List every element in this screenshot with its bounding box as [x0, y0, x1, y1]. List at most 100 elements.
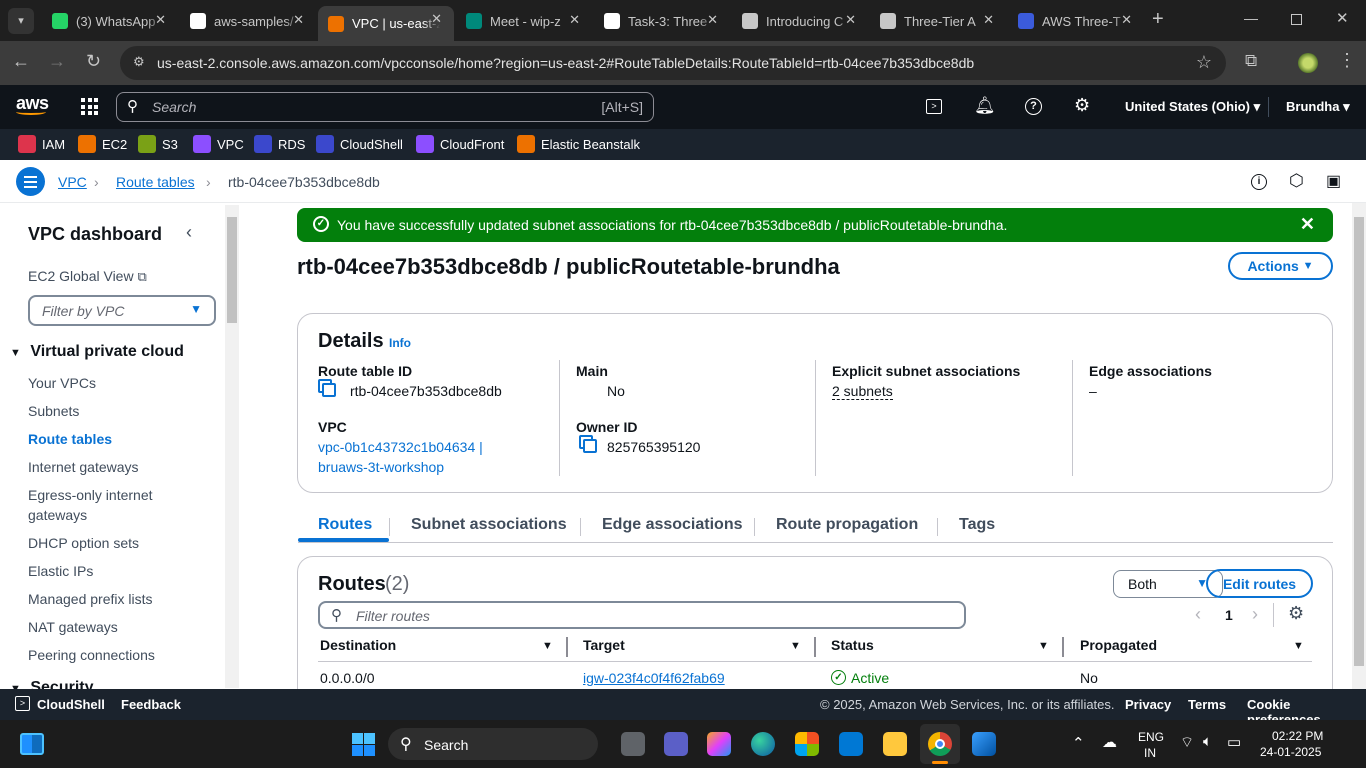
- sort-icon[interactable]: ▼: [542, 640, 553, 652]
- taskbar-search[interactable]: ⚲ Search: [388, 728, 598, 760]
- sidebar-item-dhcp-option-sets[interactable]: DHCP option sets: [28, 533, 208, 553]
- more-menu-icon[interactable]: ⋮: [1338, 50, 1356, 71]
- file-explorer-icon[interactable]: [883, 732, 907, 756]
- close-tab-icon[interactable]: ✕: [707, 12, 718, 28]
- sidebar-item-nat-gateways[interactable]: NAT gateways: [28, 617, 208, 637]
- column-propagated[interactable]: Propagated: [1080, 637, 1157, 653]
- sidebar-item-route-tables[interactable]: Route tables: [28, 429, 208, 449]
- preferences-gear-icon[interactable]: ⚙: [1288, 603, 1304, 624]
- console-search-input[interactable]: ⚲ Search [Alt+S]: [116, 92, 654, 122]
- footer-privacy-link[interactable]: Privacy: [1125, 697, 1171, 712]
- clock-time[interactable]: 02:22 PM: [1272, 729, 1323, 743]
- tab-search-button[interactable]: ▾: [8, 8, 34, 34]
- sidebar-item-peering-connections[interactable]: Peering connections: [28, 645, 208, 665]
- widgets-icon[interactable]: [20, 733, 44, 755]
- favorite-rds[interactable]: RDS: [254, 135, 305, 153]
- main-scrollbar[interactable]: [1352, 203, 1366, 689]
- filter-routes-input[interactable]: ⚲ Filter routes: [318, 601, 966, 629]
- sidebar-item-internet-gateways[interactable]: Internet gateways: [28, 457, 208, 477]
- sidebar-item-elastic-ips[interactable]: Elastic IPs: [28, 561, 208, 581]
- tab-tags[interactable]: Tags: [959, 516, 995, 534]
- back-icon[interactable]: ←: [12, 51, 30, 72]
- store-icon[interactable]: [795, 732, 819, 756]
- tutorials-icon[interactable]: ⬡: [1289, 171, 1304, 191]
- volume-icon[interactable]: 🔈︎: [1203, 733, 1212, 750]
- reload-icon[interactable]: ↻: [86, 51, 101, 72]
- actions-button[interactable]: Actions ▼: [1228, 252, 1333, 280]
- sort-icon[interactable]: ▼: [1293, 640, 1304, 652]
- close-tab-icon[interactable]: ✕: [845, 12, 856, 28]
- footer-feedback-link[interactable]: Feedback: [121, 697, 181, 712]
- next-page-icon[interactable]: ›: [1252, 604, 1258, 625]
- sort-icon[interactable]: ▼: [790, 640, 801, 652]
- previous-page-icon[interactable]: ‹: [1195, 604, 1201, 625]
- copy-icon[interactable]: [583, 439, 597, 453]
- favorite-cloudshell[interactable]: CloudShell: [316, 135, 403, 153]
- sort-icon[interactable]: ▼: [1038, 640, 1049, 652]
- feedback-panel-icon[interactable]: ▣: [1326, 171, 1341, 191]
- edit-routes-button[interactable]: Edit routes: [1206, 569, 1313, 598]
- battery-icon[interactable]: ▭: [1227, 733, 1241, 751]
- new-tab-button[interactable]: +: [1152, 8, 1164, 31]
- chrome-icon[interactable]: [920, 724, 960, 764]
- account-menu[interactable]: Brundha ▾: [1286, 99, 1350, 115]
- task-view-icon[interactable]: [621, 732, 645, 756]
- browser-tab[interactable]: aws-samples/✕: [180, 7, 316, 35]
- favorite-elastic-beanstalk[interactable]: Elastic Beanstalk: [517, 135, 640, 153]
- info-link[interactable]: Info: [389, 336, 411, 350]
- cloudshell-icon[interactable]: >: [926, 99, 942, 114]
- lang-in[interactable]: IN: [1144, 746, 1156, 760]
- photos-icon[interactable]: [972, 732, 996, 756]
- help-icon[interactable]: ?: [1025, 98, 1042, 115]
- address-bar[interactable]: ⚙ us-east-2.console.aws.amazon.com/vpcco…: [120, 46, 1226, 80]
- close-window-button[interactable]: ✕: [1336, 9, 1349, 27]
- vpc-link-name[interactable]: bruaws-3t-workshop: [318, 459, 444, 475]
- close-tab-icon[interactable]: ✕: [983, 12, 994, 28]
- tab-edge-associations[interactable]: Edge associations: [602, 516, 743, 534]
- tab-route-propagation[interactable]: Route propagation: [776, 516, 918, 534]
- region-selector[interactable]: United States (Ohio) ▾: [1125, 99, 1260, 115]
- minimize-button[interactable]: —: [1244, 10, 1258, 26]
- outlook-icon[interactable]: [839, 732, 863, 756]
- footer-terms-link[interactable]: Terms: [1188, 697, 1226, 712]
- services-grid-icon[interactable]: [81, 98, 98, 115]
- ec2-global-view-link[interactable]: EC2 Global View ⧉: [28, 268, 147, 285]
- copilot-icon[interactable]: [707, 732, 731, 756]
- breadcrumb-route-tables[interactable]: Route tables: [116, 174, 195, 190]
- show-hidden-icons[interactable]: ⌃: [1072, 734, 1085, 752]
- collapse-sidebar-icon[interactable]: ‹: [186, 222, 192, 243]
- close-tab-icon[interactable]: ✕: [1121, 12, 1132, 28]
- bookmark-star-icon[interactable]: ☆: [1196, 52, 1212, 73]
- explicit-subnet-associations-value[interactable]: 2 subnets: [832, 383, 893, 400]
- browser-tab[interactable]: AWS Three-T ✕: [1008, 7, 1144, 35]
- sidebar-item-egress-only-internet-gateways[interactable]: Egress-only internet gateways: [28, 485, 208, 525]
- wifi-icon[interactable]: ⌔: [1180, 733, 1194, 752]
- settings-gear-icon[interactable]: ⚙: [1074, 95, 1090, 116]
- cell-target-link[interactable]: igw-023f4c0f4f62fab69: [583, 670, 725, 686]
- side-nav-toggle[interactable]: [16, 167, 45, 196]
- breadcrumb-vpc[interactable]: VPC: [58, 174, 87, 190]
- favorite-cloudfront[interactable]: CloudFront: [416, 135, 504, 153]
- close-tab-icon[interactable]: ✕: [569, 12, 580, 28]
- footer-cloudshell-link[interactable]: CloudShell: [37, 697, 105, 712]
- tab-routes[interactable]: Routes: [318, 516, 372, 534]
- close-tab-icon[interactable]: ✕: [431, 11, 442, 27]
- extensions-icon[interactable]: ⧉: [1245, 51, 1257, 71]
- browser-tab[interactable]: Task-3: Three ✕: [594, 7, 730, 35]
- notifications-bell-icon[interactable]: 🔔︎: [974, 96, 996, 116]
- close-tab-icon[interactable]: ✕: [155, 12, 166, 28]
- browser-tab[interactable]: Three-Tier A ✕: [870, 7, 1006, 35]
- clock-date[interactable]: 24-01-2025: [1260, 745, 1321, 759]
- onedrive-icon[interactable]: ☁: [1102, 733, 1117, 751]
- tab-subnet-associations[interactable]: Subnet associations: [411, 516, 567, 534]
- copy-icon[interactable]: [322, 383, 336, 397]
- cloudshell-icon[interactable]: >: [15, 696, 30, 711]
- sidebar-scrollbar[interactable]: [225, 205, 239, 688]
- column-destination[interactable]: Destination: [320, 637, 396, 653]
- start-windows-icon[interactable]: [352, 733, 375, 756]
- sidebar-item-subnets[interactable]: Subnets: [28, 401, 208, 421]
- filter-by-vpc-select[interactable]: Filter by VPC ▼: [28, 295, 216, 326]
- browser-tab[interactable]: VPC | us-east-2 ✕: [318, 6, 454, 41]
- page-number[interactable]: 1: [1225, 607, 1233, 623]
- favorite-ec2[interactable]: EC2: [78, 135, 127, 153]
